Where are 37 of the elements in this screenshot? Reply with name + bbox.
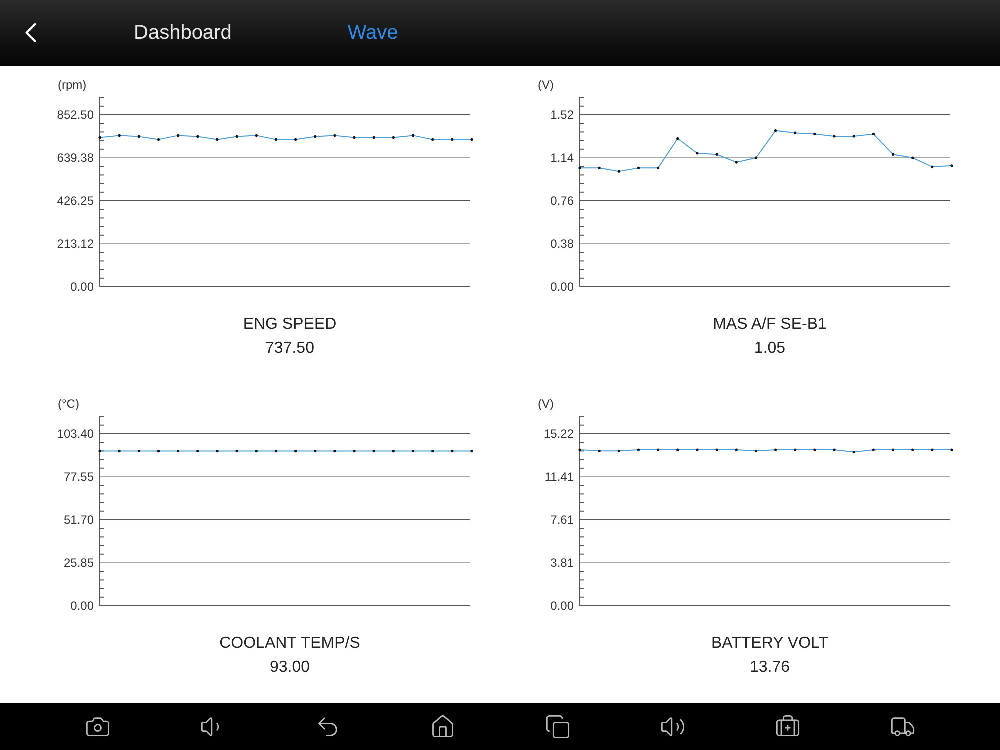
axis-tick-label: 1.52 (550, 108, 574, 122)
axis-tick-label: 51.70 (64, 512, 94, 527)
sensor-value: 13.76 (750, 658, 790, 678)
axis-tick-label: 3.81 (550, 556, 574, 570)
sensor-value: 93.00 (270, 658, 310, 678)
axis-tick-label: 0.00 (70, 599, 94, 613)
tab[interactable]: Dashboard (134, 18, 232, 48)
toolbox-icon[interactable] (774, 714, 800, 740)
axis-tick-label: 1.14 (550, 151, 574, 165)
recent-apps-icon[interactable] (544, 714, 570, 740)
axis-unit-label: (V) (538, 397, 554, 411)
axis-unit-label: (°C) (58, 397, 80, 411)
axis-tick-label: 7.61 (550, 512, 574, 527)
sensor-value: 1.05 (754, 339, 786, 359)
home-icon[interactable] (430, 714, 456, 740)
axis-tick-label: 0.00 (550, 280, 574, 294)
axis-tick-label: 213.12 (57, 237, 94, 251)
axis-tick-label: 11.41 (544, 470, 574, 484)
sensor-value: 737.50 (266, 339, 314, 359)
axis-tick-label: 0.00 (70, 280, 94, 294)
sensor-name: MAS A/F SE-B1 (713, 315, 827, 335)
axis-tick-label: 103.40 (57, 426, 94, 441)
sensor-name: COOLANT TEMP/S (220, 634, 360, 654)
tab[interactable]: Wave (348, 18, 398, 48)
axis-tick-label: 852.50 (57, 108, 94, 122)
axis-tick-label: 77.55 (64, 470, 94, 484)
axis-tick-label: 0.00 (550, 599, 574, 613)
axis-tick-label: 0.38 (550, 237, 574, 251)
sensor-name: ENG SPEED (243, 315, 337, 335)
axis-tick-label: 426.25 (57, 194, 94, 208)
axis-tick-label: 25.85 (64, 556, 94, 570)
axis-unit-label: (rpm) (58, 78, 87, 92)
axis-tick-label: 15.22 (544, 426, 574, 441)
axis-tick-label: 0.76 (550, 194, 574, 208)
axis-unit-label: (V) (538, 78, 554, 92)
sensor-name: BATTERY VOLT (711, 634, 829, 654)
axis-tick-label: 639.38 (57, 151, 94, 165)
